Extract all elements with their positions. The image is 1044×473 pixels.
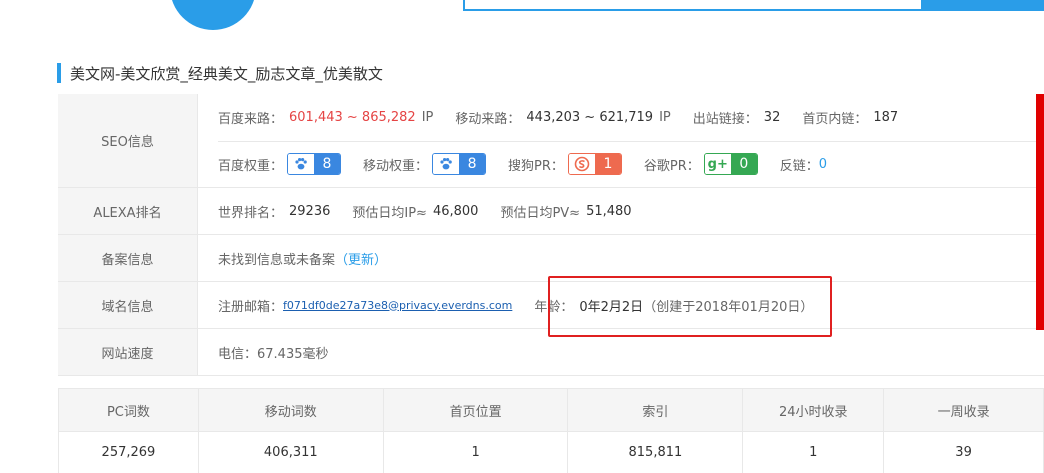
page-title: 美文网-美文欣赏_经典美文_励志文章_优美散文	[70, 64, 383, 83]
domain-label: 域名信息	[58, 282, 198, 328]
alexa-label: ALEXA排名	[58, 188, 198, 234]
stats-table: PC词数 移动词数 首页位置 索引 24小时收录 一周收录 257,269 40…	[58, 388, 1044, 473]
side-red-bar	[1036, 94, 1044, 330]
paw-icon	[433, 154, 460, 175]
stats-header: PC词数	[58, 388, 199, 432]
title-accent-bar	[57, 63, 61, 83]
search-input[interactable]	[463, 0, 923, 11]
stats-cell: 39	[883, 431, 1044, 473]
speed-row: 网站速度 电信：67.435毫秒	[58, 329, 1044, 376]
world-rank-value: 29236	[289, 203, 331, 219]
table-row: 257,269 406,311 1 815,811 1 39	[58, 431, 1044, 473]
icp-row: 备案信息 未找到信息或未备案 （更新）	[58, 235, 1044, 282]
baidu-source-value: 601,443 ~ 865,282	[289, 109, 416, 125]
seo-row: SEO信息 百度来路： 601,443 ~ 865,282 IP 移动来路： 4…	[58, 94, 1044, 188]
est-pv-key: 预估日均PV≈	[500, 205, 581, 221]
mobile-source-value: 443,203 ~ 621,719	[526, 109, 654, 125]
stats-header: 首页位置	[382, 388, 569, 432]
created-date: （创建于2018年01月20日）	[643, 299, 814, 315]
stats-header-row: PC词数 移动词数 首页位置 索引 24小时收录 一周收录	[58, 388, 1044, 432]
site-logo[interactable]	[170, 0, 256, 30]
outlinks-value: 32	[763, 109, 781, 125]
seo-traffic-line: 百度来路： 601,443 ~ 865,282 IP 移动来路： 443,203…	[218, 94, 1044, 141]
domain-row: 域名信息 注册邮箱： f071df0de27a73e8@privacy.ever…	[58, 282, 1044, 329]
homelinks-key: 首页内链：	[802, 111, 868, 127]
seo-label: SEO信息	[58, 94, 198, 187]
stats-cell: 257,269	[58, 431, 199, 473]
stats-header: 索引	[567, 388, 744, 432]
stats-cell: 815,811	[567, 431, 744, 473]
world-rank-key: 世界排名：	[218, 205, 284, 221]
speed-label: 网站速度	[58, 329, 198, 375]
est-ip-key: 预估日均IP≈	[352, 205, 427, 221]
site-info-table: SEO信息 百度来路： 601,443 ~ 865,282 IP 移动来路： 4…	[58, 94, 1044, 376]
sogou-pr-value: 1	[594, 154, 621, 175]
search-button[interactable]	[921, 0, 1044, 11]
seo-weight-line: 百度权重： 8 移动权重： 8 搜狗PR： 1 谷歌PR： g+ 0 反链： 0	[218, 140, 1044, 188]
baidu-source-unit: IP	[421, 109, 434, 125]
mobile-weight-value: 8	[459, 154, 486, 175]
baidu-weight-key: 百度权重：	[218, 158, 284, 174]
google-pr-value: 0	[730, 154, 757, 175]
icp-status-text: 未找到信息或未备案	[218, 252, 336, 268]
stats-cell: 1	[382, 431, 569, 473]
backlinks-link[interactable]: 0	[819, 157, 827, 172]
sogou-icon	[568, 154, 595, 175]
google-plus-icon: g+	[704, 154, 731, 175]
google-pr-badge[interactable]: g+ 0	[703, 153, 758, 176]
backlinks-key: 反链：	[779, 158, 819, 174]
homelinks-value: 187	[873, 109, 899, 125]
stats-cell: 406,311	[197, 431, 384, 473]
est-pv-value: 51,480	[586, 203, 632, 219]
alexa-row: ALEXA排名 世界排名： 29236 预估日均IP≈ 46,800 预估日均P…	[58, 188, 1044, 235]
speed-value: 电信：67.435毫秒	[218, 346, 329, 362]
stats-cell: 1	[742, 431, 885, 473]
sogou-pr-badge[interactable]: 1	[567, 153, 622, 176]
est-ip-value: 46,800	[432, 203, 479, 219]
stats-header: 一周收录	[883, 388, 1044, 432]
stats-header: 24小时收录	[742, 388, 885, 432]
email-link[interactable]: f071df0de27a73e8@privacy.everdns.com	[283, 299, 512, 312]
mobile-weight-key: 移动权重：	[363, 158, 429, 174]
mobile-weight-badge[interactable]: 8	[432, 153, 487, 176]
email-key: 注册邮箱：	[218, 299, 284, 315]
outlinks-key: 出站链接：	[692, 111, 758, 127]
baidu-weight-badge[interactable]: 8	[287, 153, 342, 176]
mobile-source-unit: IP	[659, 109, 671, 125]
paw-icon	[288, 154, 315, 175]
google-pr-key: 谷歌PR：	[643, 158, 700, 174]
baidu-source-key: 百度来路：	[218, 111, 284, 127]
mobile-source-key: 移动来路：	[455, 111, 521, 127]
site-title-header: 美文网-美文欣赏_经典美文_励志文章_优美散文	[57, 62, 383, 84]
stats-header: 移动词数	[197, 388, 384, 432]
sogou-pr-key: 搜狗PR：	[508, 158, 564, 174]
age-value: 0年2月2日	[579, 299, 644, 315]
baidu-weight-value: 8	[314, 154, 341, 175]
icp-update-link[interactable]: （更新）	[335, 249, 387, 268]
age-key: 年龄：	[534, 299, 574, 315]
icp-label: 备案信息	[58, 235, 198, 281]
